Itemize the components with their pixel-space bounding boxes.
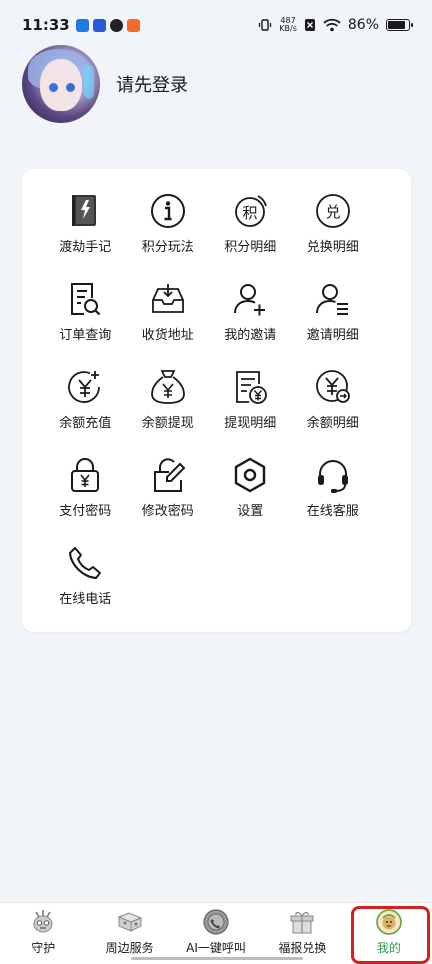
svg-text:兑: 兑 xyxy=(325,203,340,221)
menu-item-change-password[interactable]: 修改密码 xyxy=(127,455,210,543)
nav-item-label: 守护 xyxy=(31,941,56,955)
nav-item-ai-call[interactable]: AI一键呼叫 xyxy=(173,903,259,964)
yen-plus-icon xyxy=(65,367,105,407)
menu-item-dujie-notes[interactable]: 渡劫手记 xyxy=(44,191,127,279)
menu-item-label: 修改密码 xyxy=(141,504,194,519)
menu-item-online-support[interactable]: 在线客服 xyxy=(292,455,375,543)
menu-item-label: 余额明细 xyxy=(306,416,359,431)
network-speed-unit: KB/s xyxy=(279,24,297,33)
menu-item-balance-detail[interactable]: 余额明细 xyxy=(292,367,375,455)
menu-item-label: 积分玩法 xyxy=(141,240,194,255)
avatar[interactable] xyxy=(22,45,100,123)
home-indicator xyxy=(131,957,303,960)
menu-item-label: 余额提现 xyxy=(141,416,194,431)
login-prompt[interactable]: 请先登录 xyxy=(116,71,188,97)
menu-item-my-invites[interactable]: 我的邀请 xyxy=(209,279,292,367)
menu-item-settings[interactable]: 设置 xyxy=(209,455,292,543)
profile-header[interactable]: 请先登录 xyxy=(22,45,188,123)
nearby-services-icon xyxy=(115,907,145,937)
menu-card: 渡劫手记 积分玩法 积 积分明细 兑 兑换明细 订单查询 收货地址 我的邀请 邀… xyxy=(22,169,411,632)
user-add-icon xyxy=(230,279,270,319)
battery-icon xyxy=(386,19,413,31)
menu-item-shipping-address[interactable]: 收货地址 xyxy=(127,279,210,367)
network-speed: 487 KB/s xyxy=(279,17,297,33)
app-notification-icon xyxy=(92,18,106,32)
money-bag-icon xyxy=(148,367,188,407)
menu-item-label: 邀请明细 xyxy=(306,328,359,343)
ai-call-icon xyxy=(201,907,231,937)
app-notification-icon xyxy=(109,18,123,32)
menu-item-points-rules[interactable]: 积分玩法 xyxy=(127,191,210,279)
battery-percent: 86% xyxy=(347,17,379,33)
menu-item-balance-topup[interactable]: 余额充值 xyxy=(44,367,127,455)
nav-item-blessing-exchange[interactable]: 福报兑换 xyxy=(259,903,345,964)
vibrate-icon xyxy=(259,19,272,31)
bottom-nav: 守护 周边服务 AI一键呼叫 福报兑换 我的 xyxy=(0,902,432,964)
menu-item-label: 余额充值 xyxy=(59,416,112,431)
book-lightning-icon xyxy=(65,191,105,231)
menu-item-label: 在线电话 xyxy=(59,592,112,607)
headset-icon xyxy=(313,455,353,495)
lock-yen-icon xyxy=(65,455,105,495)
menu-grid: 渡劫手记 积分玩法 积 积分明细 兑 兑换明细 订单查询 收货地址 我的邀请 邀… xyxy=(44,191,374,631)
menu-item-online-phone[interactable]: 在线电话 xyxy=(44,543,127,631)
menu-item-payment-password[interactable]: 支付密码 xyxy=(44,455,127,543)
info-icon xyxy=(148,191,188,231)
status-indicators: 487 KB/s 86% xyxy=(258,17,413,33)
nav-item-label: 周边服务 xyxy=(105,941,154,955)
menu-item-label: 积分明细 xyxy=(224,240,277,255)
exchange-detail-icon: 兑 xyxy=(313,191,353,231)
points-detail-icon: 积 xyxy=(230,191,270,231)
menu-item-points-detail[interactable]: 积 积分明细 xyxy=(209,191,292,279)
blessing-exchange-icon xyxy=(287,907,317,937)
menu-item-label: 设置 xyxy=(237,504,264,519)
menu-item-label: 收货地址 xyxy=(141,328,194,343)
nav-item-guardian[interactable]: 守护 xyxy=(0,903,86,964)
sim-card-icon xyxy=(304,19,315,31)
guardian-icon xyxy=(28,907,58,937)
status-bar: 11:33 487 KB/s 86% xyxy=(0,0,432,50)
menu-item-invite-detail[interactable]: 邀请明细 xyxy=(292,279,375,367)
app-notification-icon xyxy=(126,18,140,32)
menu-item-label: 支付密码 xyxy=(59,504,112,519)
menu-item-label: 在线客服 xyxy=(306,504,359,519)
menu-item-label: 订单查询 xyxy=(59,328,112,343)
menu-item-balance-withdraw[interactable]: 余额提现 xyxy=(127,367,210,455)
phone-icon xyxy=(65,543,105,583)
menu-item-order-search[interactable]: 订单查询 xyxy=(44,279,127,367)
yen-transfer-icon xyxy=(313,367,353,407)
wifi-icon xyxy=(323,18,341,32)
menu-item-label: 渡劫手记 xyxy=(59,240,112,255)
menu-item-label: 提现明细 xyxy=(224,416,277,431)
user-list-icon xyxy=(313,279,353,319)
menu-item-withdraw-detail[interactable]: 提现明细 xyxy=(209,367,292,455)
nav-item-label: 福报兑换 xyxy=(278,941,327,955)
app-notification-icon xyxy=(75,18,89,32)
order-search-icon xyxy=(65,279,105,319)
svg-text:积: 积 xyxy=(243,204,258,222)
active-highlight-box xyxy=(350,906,431,964)
nav-item-nearby-services[interactable]: 周边服务 xyxy=(86,903,172,964)
edit-icon xyxy=(148,455,188,495)
menu-item-exchange-detail[interactable]: 兑 兑换明细 xyxy=(292,191,375,279)
inbox-download-icon xyxy=(148,279,188,319)
menu-item-label: 兑换明细 xyxy=(306,240,359,255)
status-time: 11:33 xyxy=(22,16,70,34)
withdraw-record-icon xyxy=(230,367,270,407)
menu-item-label: 我的邀请 xyxy=(224,328,277,343)
nav-item-profile[interactable]: 我的 xyxy=(346,903,432,964)
nav-item-label: AI一键呼叫 xyxy=(186,941,246,955)
gear-hexagon-icon xyxy=(230,455,270,495)
